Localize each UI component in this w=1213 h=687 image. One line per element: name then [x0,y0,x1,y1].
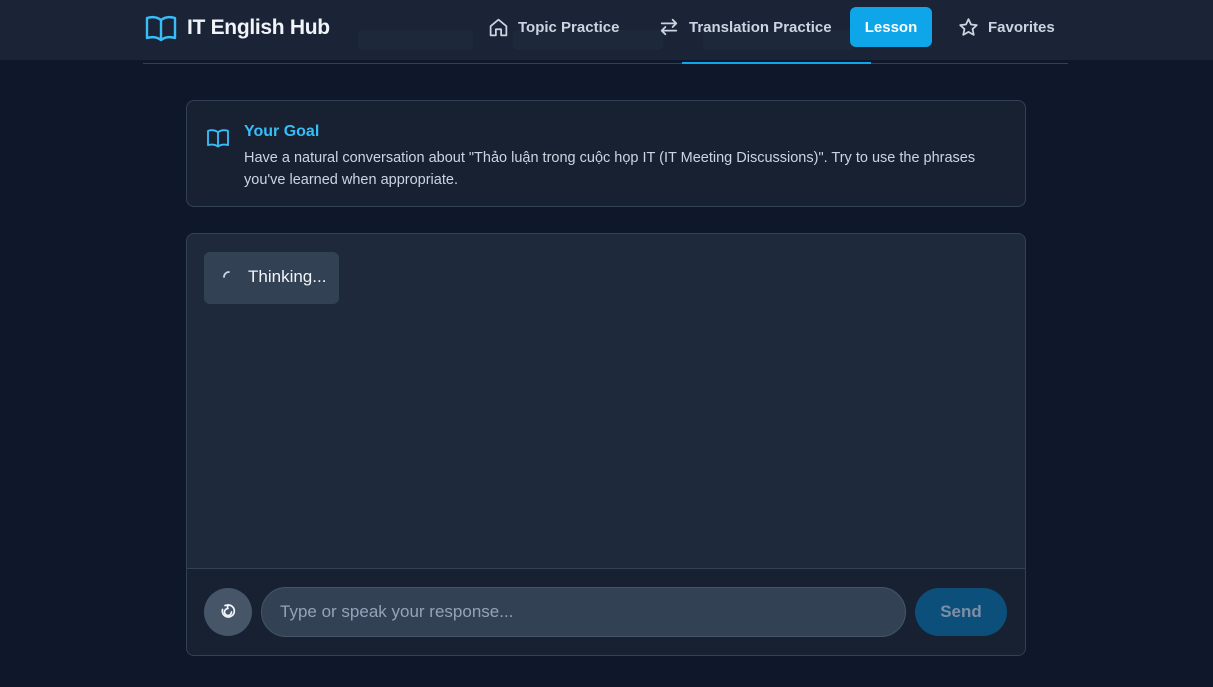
open-book-icon [145,15,177,42]
open-book-icon [207,129,229,148]
chat-input-bar: Send [187,569,1025,655]
thinking-status-text: Thinking... [248,267,327,286]
home-icon [489,18,508,36]
nav-topic-practice[interactable]: Topic Practice [488,8,619,46]
nav-favorites-label: Favorites [988,18,1055,36]
microphone-button[interactable] [204,588,252,636]
nav-favorites[interactable]: Favorites [958,8,1055,46]
send-button[interactable]: Send [915,588,1007,636]
star-icon [959,17,978,36]
goal-title: Your Goal [244,123,320,140]
spinner-icon [223,271,230,278]
top-navbar: IT English Hub Topic Practice Translatio… [0,0,1213,60]
goal-card: Your Goal Have a natural conversation ab… [186,100,1026,207]
nav-lesson[interactable]: Lesson [850,7,932,47]
background-active-tab-underline [682,62,871,64]
goal-description: Have a natural conversation about "Thảo … [244,150,976,188]
nav-translation-practice-label: Translation Practice [689,18,832,36]
thinking-message-bubble: Thinking... [204,252,339,304]
brand[interactable]: IT English Hub [145,12,330,44]
arrows-swap-icon [660,18,678,36]
nav-translation-practice[interactable]: Translation Practice [658,8,832,46]
chat-panel: Thinking... Send [186,233,1026,656]
nav-topic-practice-label: Topic Practice [518,18,620,36]
response-input[interactable] [261,587,906,637]
microphone-icon [221,603,236,618]
app-title: IT English Hub [187,16,330,39]
